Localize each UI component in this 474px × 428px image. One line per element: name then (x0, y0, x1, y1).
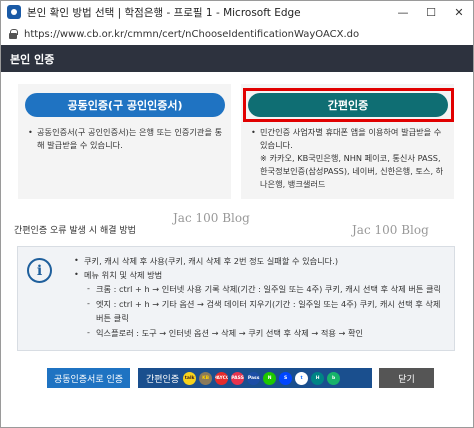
naver-icon: N (263, 371, 277, 385)
url-text[interactable]: https://www.cb.or.kr/cmmn/cert/nChooseId… (24, 29, 359, 40)
banksalad-icon: b (327, 371, 341, 385)
public-cert-description: 공동인증서(구 공인인증서)는 은행 또는 인증기관을 통해 발급받을 수 있습… (37, 127, 223, 150)
simple-cert-card: 간편인증 • 민간인증 사업자별 휴대폰 앱을 이용하여 발급받을 수 있습니다… (241, 84, 454, 199)
bullet-icon: • (251, 127, 256, 137)
help-line-6: 익스플로러 : 도구 → 인터넷 옵션 → 삭제 → 쿠키 선택 후 삭제 → … (96, 328, 364, 338)
help-title: 간편인증 오류 발생 시 해결 방법 (14, 226, 136, 236)
samsung-pass-icon: Pass (247, 371, 261, 385)
shinhan-icon: S (279, 371, 293, 385)
public-cert-auth-button[interactable]: 공동인증서로 인증 (47, 368, 130, 388)
hana-icon: H (311, 371, 325, 385)
close-window-icon[interactable]: ✕ (445, 1, 473, 23)
help-dash-icon: - (87, 283, 90, 293)
help-line-1: 쿠키, 캐시 삭제 후 사용(쿠키, 캐시 삭제 후 2번 정도 실패할 수 있… (84, 256, 339, 266)
lock-icon (9, 29, 18, 39)
toss-icon: t (295, 371, 309, 385)
pass-icon: PASS (231, 371, 245, 385)
watermark-left: Jac 100 Blog (173, 211, 250, 225)
site-favicon-icon (7, 5, 21, 19)
close-button[interactable]: 닫기 (379, 368, 434, 388)
address-bar[interactable]: https://www.cb.or.kr/cmmn/cert/nChooseId… (1, 23, 473, 45)
payco-icon: PAYCO (215, 371, 229, 385)
maximize-icon[interactable]: ☐ (417, 1, 445, 23)
help-bullet-icon: • (74, 269, 79, 279)
watermark-right: Jac 100 Blog (352, 223, 429, 237)
dialog-header: 본인 인증 (1, 45, 473, 72)
public-cert-card: 공동인증(구 공인인증서) • 공동인증서(구 공인인증서)는 은행 또는 인증… (18, 84, 231, 199)
dialog-title: 본인 인증 (10, 52, 55, 66)
help-line-5: 버튼 클릭 (96, 313, 129, 323)
help-line-3: 크롬 : ctrl + h → 인터넷 사용 기록 삭제(기간 : 일주일 또는… (96, 284, 442, 294)
help-line-2: 메뉴 위치 및 삭제 방법 (84, 270, 163, 280)
simple-auth-button[interactable]: 간편인증 talkKBPAYCOPASSPassNStHb (138, 368, 372, 388)
help-box: i • 쿠키, 캐시 삭제 후 사용(쿠키, 캐시 삭제 후 2번 정도 실패할… (17, 246, 455, 351)
browser-window: 본인 확인 방법 선택 | 학점은행 - 프로필 1 - Microsoft E… (0, 0, 474, 428)
info-icon: i (27, 258, 52, 283)
help-line-4: 엣지 : ctrl + h → 기타 옵션 → 검색 데이터 지우기(기간 : … (96, 299, 441, 309)
provider-icons: talkKBPAYCOPASSPassNStHb (183, 371, 343, 385)
simple-cert-providers-note: ※ 카카오, KB국민은행, NHN 페이코, 통신사 PASS, 한국정보인증… (260, 153, 444, 189)
help-dash-icon: - (87, 298, 90, 308)
bullet-icon: • (28, 127, 33, 137)
public-cert-button[interactable]: 공동인증(구 공인인증서) (25, 93, 225, 117)
kakao-icon: talk (183, 371, 197, 385)
window-title: 본인 확인 방법 선택 | 학점은행 - 프로필 1 - Microsoft E… (27, 6, 301, 19)
title-bar: 본인 확인 방법 선택 | 학점은행 - 프로필 1 - Microsoft E… (1, 1, 473, 23)
highlight-box (243, 88, 454, 122)
simple-auth-label: 간편인증 (146, 374, 180, 385)
simple-cert-description: 민간인증 사업자별 휴대폰 앱을 이용하여 발급받을 수 있습니다. (260, 127, 442, 150)
help-dash-icon: - (87, 327, 90, 337)
kb-icon: KB (199, 371, 213, 385)
help-bullet-icon: • (74, 255, 79, 265)
minimize-icon[interactable]: — (389, 1, 417, 23)
